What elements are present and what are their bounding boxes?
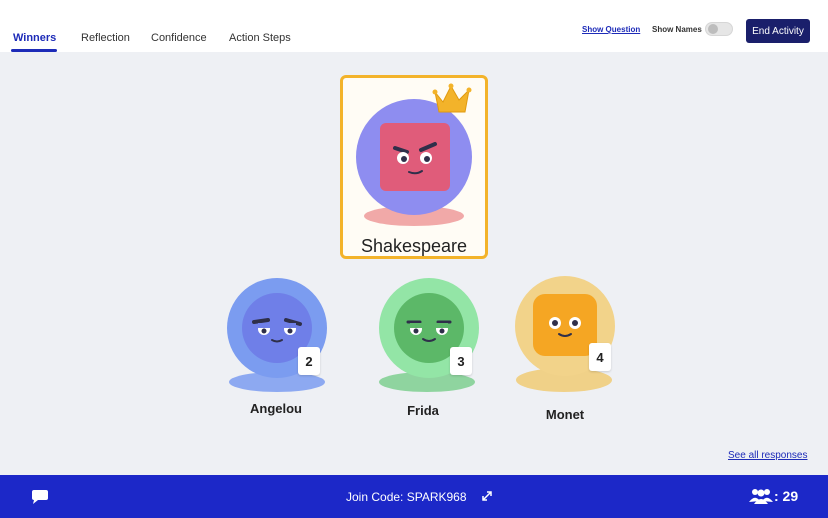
rank-badge-3: 3 xyxy=(450,347,472,375)
runner-up-name-4: Monet xyxy=(545,407,585,422)
rank-badge-2: 2 xyxy=(298,347,320,375)
end-activity-button[interactable]: End Activity xyxy=(746,19,810,43)
show-names-label: Show Names xyxy=(652,25,702,34)
tab-action-steps[interactable]: Action Steps xyxy=(229,32,291,44)
toggle-knob xyxy=(708,24,718,34)
active-tab-indicator xyxy=(11,49,57,52)
participant-count: : 29 xyxy=(774,488,799,504)
expand-icon[interactable] xyxy=(481,490,493,502)
runner-up-name-2: Angelou xyxy=(250,401,302,416)
show-question-link[interactable]: Show Question xyxy=(582,25,640,34)
bottom-bar: Join Code: SPARK968 : 29 xyxy=(0,475,828,518)
participants-icon xyxy=(749,489,773,504)
tab-winners[interactable]: Winners xyxy=(13,32,56,44)
top-bar: Winners Reflection Confidence Action Ste… xyxy=(0,0,828,52)
runner-up-avatar-2 xyxy=(227,278,327,392)
rank-badge-4: 4 xyxy=(589,343,611,371)
winner-name: Shakespeare xyxy=(360,236,468,256)
winner-card: Shakespeare xyxy=(340,75,488,259)
runner-up-avatar-3 xyxy=(379,278,479,392)
see-all-responses-link[interactable]: See all responses xyxy=(728,450,808,461)
runner-up-avatar-4 xyxy=(515,276,615,392)
tab-confidence[interactable]: Confidence xyxy=(151,32,207,44)
tab-reflection[interactable]: Reflection xyxy=(81,32,130,44)
chat-icon[interactable] xyxy=(31,489,49,505)
join-code: Join Code: SPARK968 xyxy=(346,490,467,504)
show-names-toggle[interactable] xyxy=(705,22,733,36)
crown-icon xyxy=(432,83,472,113)
runner-up-name-3: Frida xyxy=(407,403,439,418)
